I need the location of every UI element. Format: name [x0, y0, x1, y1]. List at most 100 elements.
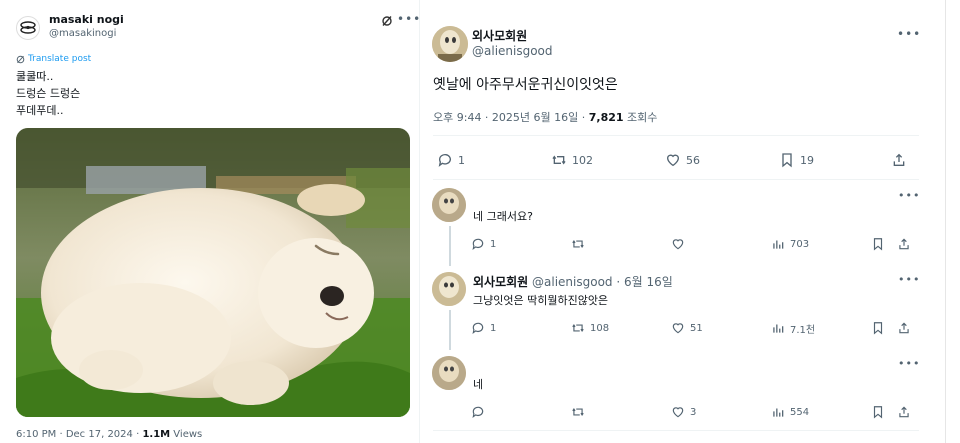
reply-avatar[interactable] — [432, 188, 466, 222]
reply-action-bar: 3 554 — [471, 401, 916, 423]
masaki-avatar[interactable] — [16, 16, 40, 40]
reply-header: 외사모회원 @alienisgood · 6월 16일 — [473, 273, 673, 290]
reply-icon — [472, 238, 484, 251]
translate-post-link[interactable]: Translate post — [16, 54, 91, 64]
retweet-button[interactable] — [571, 233, 590, 255]
views-button[interactable]: 554 — [771, 401, 809, 423]
views-label: Views — [170, 429, 203, 440]
reply-count: 1 — [458, 153, 465, 167]
reply-button[interactable]: 1 — [471, 233, 496, 255]
analytics-icon — [773, 324, 784, 333]
retweet-count: 102 — [572, 153, 593, 167]
left-tweet: masaki nogi @masakinogi ••• Translate po… — [0, 0, 420, 443]
share-button[interactable] — [891, 149, 907, 171]
more-icon[interactable]: ••• — [898, 357, 920, 370]
views-button[interactable]: 703 — [771, 233, 809, 255]
author-name[interactable]: 외사모회원 — [473, 275, 528, 289]
thread-line — [449, 226, 451, 266]
more-icon[interactable]: ••• — [897, 27, 921, 41]
scrollbar[interactable] — [945, 0, 946, 443]
retweet-icon — [572, 240, 584, 248]
share-icon — [899, 322, 909, 334]
reply-icon — [472, 322, 484, 335]
analytics-icon — [773, 408, 784, 417]
reply-button[interactable] — [471, 401, 490, 423]
like-button[interactable]: 51 — [671, 317, 703, 339]
views-count: 1.1M — [142, 429, 171, 440]
views-count: 7.1천 — [790, 324, 816, 336]
puppy-photo-image — [16, 128, 410, 417]
bookmark-button[interactable] — [871, 317, 885, 339]
like-count: 3 — [690, 406, 697, 418]
like-count: 56 — [686, 153, 700, 167]
like-button[interactable]: 3 — [671, 401, 696, 423]
thread-line — [449, 310, 451, 350]
bookmark-icon — [873, 406, 883, 419]
author-handle[interactable]: @alienisgood — [472, 44, 553, 58]
tweet-timestamp[interactable]: 6:10 PM · Dec 17, 2024 · — [16, 429, 142, 440]
bookmark-icon — [782, 153, 792, 168]
like-button[interactable] — [671, 233, 690, 255]
avatar-image — [432, 188, 466, 222]
tweet-text-line: 드렁슨 드렁슨 — [16, 87, 81, 100]
translate-icon — [16, 55, 25, 63]
retweet-button[interactable]: 102 — [551, 149, 593, 171]
retweet-button[interactable]: 108 — [571, 317, 609, 339]
bookmark-count: 19 — [800, 153, 814, 167]
bookmark-icon — [873, 238, 883, 251]
reply-date[interactable]: · 6월 16일 — [613, 275, 672, 289]
retweet-count: 108 — [590, 322, 610, 334]
retweet-icon — [572, 408, 584, 416]
reply-icon — [438, 154, 451, 167]
logo-icon — [20, 21, 36, 34]
more-icon[interactable]: ••• — [898, 273, 920, 286]
views-count: 703 — [790, 238, 810, 250]
retweet-icon — [552, 155, 566, 165]
views-count: 7,821 — [588, 111, 624, 124]
reply-avatar[interactable] — [432, 356, 466, 390]
tweet-text-line: 푸데푸데.. — [16, 104, 64, 117]
tweet-text: 옛날에 아주무서운귀신이잇엇은 — [433, 77, 618, 93]
divider — [433, 135, 919, 136]
bookmark-button[interactable]: 19 — [779, 149, 814, 171]
tweet-photo-puppy[interactable] — [16, 128, 410, 417]
share-icon — [899, 238, 909, 250]
reply-avatar[interactable] — [432, 272, 466, 306]
author-name[interactable]: 외사모회원 — [472, 27, 527, 44]
author-name[interactable]: masaki nogi — [49, 13, 124, 26]
reply-text: 그냥잇엇은 딱히뭘하진않앗은 — [473, 294, 609, 307]
retweet-icon — [572, 324, 584, 332]
retweet-button[interactable] — [571, 401, 590, 423]
author-handle[interactable]: @masakinogi — [49, 28, 116, 39]
reply-action-bar: 1 703 — [471, 233, 916, 255]
reply-text: 네 그래서요? — [473, 210, 533, 223]
reply-button[interactable]: 1 — [471, 317, 496, 339]
more-icon[interactable]: ••• — [397, 12, 421, 26]
share-button[interactable] — [897, 401, 911, 423]
share-button[interactable] — [897, 317, 911, 339]
bookmark-button[interactable] — [871, 233, 885, 255]
heart-icon — [672, 407, 684, 418]
more-icon[interactable]: ••• — [898, 189, 920, 202]
heart-icon — [672, 323, 684, 334]
tweet-action-bar: 1 102 56 19 — [433, 149, 919, 171]
bookmark-button[interactable] — [871, 401, 885, 423]
alien-avatar[interactable] — [432, 26, 468, 62]
tweet-meta: 6:10 PM · Dec 17, 2024 · 1.1M Views — [16, 429, 202, 440]
grok-icon[interactable] — [381, 15, 393, 27]
analytics-icon — [773, 240, 784, 249]
avatar-image — [432, 356, 466, 390]
author-handle[interactable]: @alienisgood — [532, 275, 613, 289]
tweet-meta: 오후 9:44 · 2025년 6월 16일 · 7,821 조회수 — [433, 109, 657, 125]
reply-count: 1 — [490, 238, 497, 250]
tweet-text: 쿨쿨따.. 드렁슨 드렁슨 푸데푸데.. — [16, 68, 80, 119]
share-icon — [893, 153, 905, 166]
reply-icon — [472, 406, 484, 419]
views-button[interactable]: 7.1천 — [771, 317, 815, 339]
share-button[interactable] — [897, 233, 911, 255]
like-button[interactable]: 56 — [665, 149, 700, 171]
reply-text: 네 — [473, 378, 484, 391]
tweet-timestamp[interactable]: 오후 9:44 · 2025년 6월 16일 · — [433, 111, 589, 124]
reply-button[interactable]: 1 — [437, 149, 465, 171]
views-label: 조회수 — [623, 111, 658, 124]
